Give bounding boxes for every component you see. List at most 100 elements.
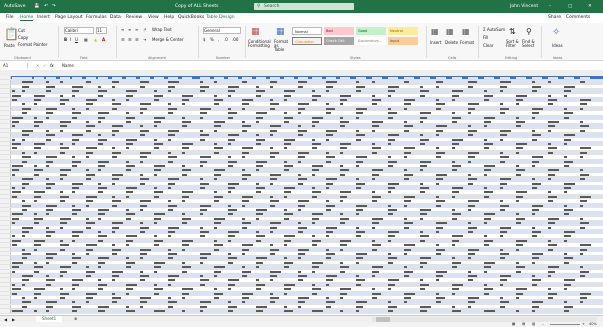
table-cell[interactable]: [154, 270, 157, 273]
table-cell[interactable]: [340, 297, 343, 299]
row-header[interactable]: [0, 159, 11, 163]
table-cell[interactable]: [168, 305, 173, 308]
table-cell[interactable]: [516, 195, 523, 198]
table-cell[interactable]: [436, 301, 441, 304]
table-cell[interactable]: [298, 160, 301, 163]
table-cell[interactable]: [60, 266, 71, 269]
table-cell[interactable]: [126, 138, 137, 141]
table-cell[interactable]: [242, 77, 252, 79]
table-cell[interactable]: [34, 239, 45, 242]
table-cell[interactable]: [46, 165, 49, 167]
table-cell[interactable]: [200, 283, 205, 286]
table-cell[interactable]: [468, 103, 479, 106]
table-cell[interactable]: [242, 81, 247, 84]
table-cell[interactable]: [284, 283, 295, 286]
table-cell[interactable]: [404, 77, 414, 79]
table-cell[interactable]: [182, 288, 193, 291]
table-cell[interactable]: [98, 231, 101, 233]
table-cell[interactable]: [12, 213, 23, 216]
table-cell[interactable]: [372, 151, 377, 154]
table-cell[interactable]: [140, 270, 143, 273]
table-cell[interactable]: [372, 77, 382, 79]
table-cell[interactable]: [126, 239, 133, 242]
table-cell[interactable]: [182, 99, 189, 101]
table-cell[interactable]: [298, 173, 301, 176]
table-cell[interactable]: [284, 165, 293, 167]
table-cell[interactable]: [452, 147, 455, 150]
table-cell[interactable]: [468, 125, 471, 128]
table-cell[interactable]: [154, 239, 163, 242]
table-cell[interactable]: [60, 226, 63, 229]
table-cell[interactable]: [46, 182, 55, 185]
table-cell[interactable]: [484, 288, 493, 291]
table-cell[interactable]: [86, 195, 97, 198]
style-input[interactable]: Input: [388, 37, 418, 45]
table-cell[interactable]: [242, 156, 245, 159]
table-cell[interactable]: [298, 85, 303, 88]
table-cell[interactable]: [436, 81, 443, 84]
zoom-in-icon[interactable]: +: [582, 322, 585, 326]
table-cell[interactable]: [420, 90, 429, 93]
table-cell[interactable]: [388, 116, 393, 119]
table-cell[interactable]: [200, 187, 205, 189]
table-cell[interactable]: [228, 279, 239, 282]
table-cell[interactable]: [168, 257, 173, 260]
table-cell[interactable]: [372, 173, 379, 176]
table-cell[interactable]: [256, 94, 261, 97]
table-cell[interactable]: [532, 231, 541, 233]
table-cell[interactable]: [484, 283, 487, 286]
cut-button[interactable]: Cut: [18, 28, 25, 33]
table-cell[interactable]: [484, 261, 495, 264]
table-cell[interactable]: [326, 103, 329, 106]
table-cell[interactable]: [484, 270, 487, 273]
table-cell[interactable]: [112, 151, 121, 154]
table-cell[interactable]: [34, 270, 39, 273]
table-cell[interactable]: [356, 85, 365, 88]
table-cell[interactable]: [154, 310, 165, 313]
table-cell[interactable]: [214, 94, 217, 97]
table-cell[interactable]: [516, 288, 527, 291]
table-cell[interactable]: [298, 151, 309, 154]
table-cell[interactable]: [256, 165, 263, 167]
table-cell[interactable]: [126, 292, 129, 295]
table-cell[interactable]: [228, 134, 239, 137]
table-cell[interactable]: [484, 173, 487, 176]
table-cell[interactable]: [60, 275, 63, 277]
table-cell[interactable]: [60, 121, 71, 123]
table-cell[interactable]: [154, 99, 159, 101]
table-cell[interactable]: [356, 138, 361, 141]
table-cell[interactable]: [200, 156, 211, 159]
table-cell[interactable]: [200, 253, 211, 255]
table-cell[interactable]: [34, 99, 41, 101]
table-cell[interactable]: [86, 297, 93, 299]
table-cell[interactable]: [214, 147, 223, 150]
table-cell[interactable]: [140, 77, 150, 79]
table-cell[interactable]: [86, 253, 89, 255]
autosave-label[interactable]: AutoSave: [4, 4, 26, 9]
table-cell[interactable]: [60, 173, 67, 176]
table-cell[interactable]: [372, 275, 375, 277]
table-cell[interactable]: [436, 195, 439, 198]
table-cell[interactable]: [420, 239, 425, 242]
table-cell[interactable]: [532, 182, 541, 185]
table-cell[interactable]: [312, 138, 315, 141]
table-cell[interactable]: [228, 77, 238, 79]
table-cell[interactable]: [112, 156, 117, 159]
table-cell[interactable]: [404, 297, 411, 299]
table-cell[interactable]: [548, 77, 558, 79]
format-as-table-button[interactable]: Format as Table: [274, 40, 290, 52]
tab-help[interactable]: Help: [164, 15, 174, 20]
table-cell[interactable]: [46, 178, 49, 181]
table-cell[interactable]: [532, 305, 539, 308]
table-cell[interactable]: [564, 165, 569, 167]
table-cell[interactable]: [468, 253, 475, 255]
table-cell[interactable]: [46, 81, 49, 84]
table-cell[interactable]: [468, 279, 473, 282]
table-cell[interactable]: [60, 178, 63, 181]
row-header[interactable]: [0, 300, 11, 304]
table-cell[interactable]: [356, 283, 361, 286]
table-cell[interactable]: [112, 200, 121, 203]
table-cell[interactable]: [154, 173, 157, 176]
table-cell[interactable]: [284, 112, 287, 115]
table-cell[interactable]: [516, 77, 526, 79]
